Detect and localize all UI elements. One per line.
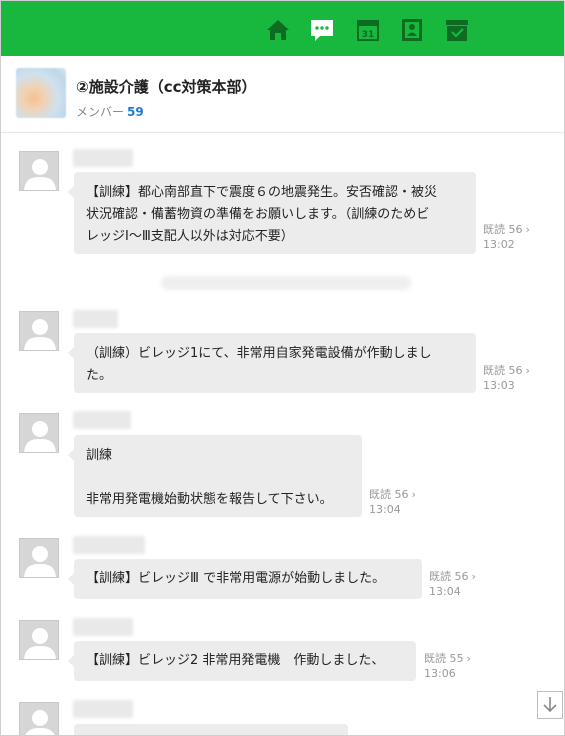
user-avatar[interactable]: [19, 538, 59, 578]
message-line: た。: [86, 368, 113, 383]
read-count: 既読 56: [429, 570, 469, 583]
message-time: 13:02: [483, 238, 515, 251]
group-title[interactable]: ②施設介護（cc対策本部）: [76, 76, 257, 97]
read-count: 既読 56: [483, 223, 523, 236]
calendar-icon[interactable]: 31: [354, 16, 382, 44]
inbox-icon[interactable]: [443, 16, 471, 44]
user-avatar[interactable]: [19, 620, 59, 660]
message-meta: 既読 56 › 13:03: [483, 363, 530, 393]
user-avatar[interactable]: [19, 311, 59, 351]
read-receipt[interactable]: 既読 55 ›: [424, 651, 471, 666]
message-bubble[interactable]: 【訓練】ビレッジ2 非常用発電機 作動しました、: [68, 641, 416, 681]
chevron-right-icon: ›: [471, 570, 476, 583]
message-bubble[interactable]: 【訓練】都心南部直下で震度６の地震発生。安否確認・被災 状況確認・備蓄物資の準備…: [68, 172, 476, 254]
message-time: 13:04: [369, 503, 401, 516]
message-meta: 既読 56 › 13:02: [483, 222, 530, 252]
message-line: [86, 467, 350, 489]
home-icon[interactable]: [264, 16, 292, 44]
message-line: 【訓練】ビレッジⅢ で非常用電源が始動しました。: [86, 571, 386, 586]
message-time: 13:06: [424, 667, 456, 680]
sender-name: [73, 536, 145, 554]
read-count: 既読 56: [483, 364, 523, 377]
message-line: 訓練: [86, 448, 113, 463]
sender-name: [73, 700, 133, 718]
message-line: 非常用発電機始動状態を報告して下さい。: [86, 492, 333, 507]
read-count: 既読 56: [369, 488, 409, 501]
date-separator: [161, 276, 411, 290]
read-count: 既読 55: [424, 652, 464, 665]
calendar-icon-label: 31: [362, 30, 375, 40]
top-nav-bar: 31: [1, 1, 564, 56]
message-line: 【訓練】都心南部直下で震度６の地震発生。安否確認・被災: [86, 185, 438, 200]
read-receipt[interactable]: 既読 56 ›: [429, 569, 476, 584]
default-user-icon: [20, 703, 58, 735]
sender-name: [73, 618, 133, 636]
read-receipt[interactable]: 既読 56 ›: [483, 363, 530, 378]
member-info[interactable]: メンバー 59: [76, 103, 144, 120]
member-count: 59: [127, 105, 144, 119]
scroll-to-bottom-button[interactable]: [537, 691, 563, 719]
read-receipt[interactable]: 既読 56 ›: [369, 487, 416, 502]
message-line: 状況確認・備蓄物資の準備をお願いします。（訓練のためビ: [86, 207, 430, 222]
message-meta: 既読 55 › 13:06: [424, 651, 471, 681]
group-avatar[interactable]: [16, 68, 66, 118]
message-bubble[interactable]: （訓練）ビレッジ1にて、非常用自家発電設備が作動しまし た。: [68, 333, 476, 393]
default-user-icon: [20, 539, 58, 577]
chevron-right-icon: ›: [411, 488, 416, 501]
chat-icon[interactable]: [308, 16, 336, 44]
message-meta: 既読 56 › 13:04: [369, 487, 416, 517]
message-meta: 既読 56 › 13:04: [429, 569, 476, 599]
message-line: （訓練）ビレッジ1にて、非常用自家発電設備が作動しまし: [86, 346, 432, 361]
sender-name: [73, 149, 133, 167]
message-time: 13:04: [429, 585, 461, 598]
default-user-icon: [20, 414, 58, 452]
message-bubble[interactable]: 訓練 非常用発電機始動状態を報告して下さい。: [68, 435, 362, 517]
user-avatar[interactable]: [19, 151, 59, 191]
message-time: 13:03: [483, 379, 515, 392]
user-avatar[interactable]: [19, 413, 59, 453]
address-book-icon[interactable]: [398, 16, 426, 44]
message-bubble[interactable]: [74, 724, 348, 735]
chat-window: 31 ②施設介護（cc対策本部） メンバー 59 【訓練】都心南部直下で震度６の地…: [0, 0, 565, 736]
message-list: 【訓練】都心南部直下で震度６の地震発生。安否確認・被災 状況確認・備蓄物資の準備…: [1, 134, 564, 735]
default-user-icon: [20, 312, 58, 350]
default-user-icon: [20, 621, 58, 659]
chevron-right-icon: ›: [525, 223, 530, 236]
message-line: レッジⅠ～Ⅲ支配人以外は対応不要）: [86, 229, 294, 244]
sender-name: [73, 411, 131, 429]
message-line: 【訓練】ビレッジ2 非常用発電機 作動しました、: [86, 653, 385, 668]
member-label: メンバー: [76, 105, 125, 119]
message-bubble[interactable]: 【訓練】ビレッジⅢ で非常用電源が始動しました。: [68, 559, 422, 599]
sender-name: [73, 310, 118, 328]
chevron-right-icon: ›: [466, 652, 471, 665]
chevron-right-icon: ›: [525, 364, 530, 377]
arrow-down-icon: [543, 697, 557, 713]
default-user-icon: [20, 152, 58, 190]
group-header: ②施設介護（cc対策本部） メンバー 59: [1, 56, 564, 133]
read-receipt[interactable]: 既読 56 ›: [483, 222, 530, 237]
user-avatar[interactable]: [19, 702, 59, 735]
